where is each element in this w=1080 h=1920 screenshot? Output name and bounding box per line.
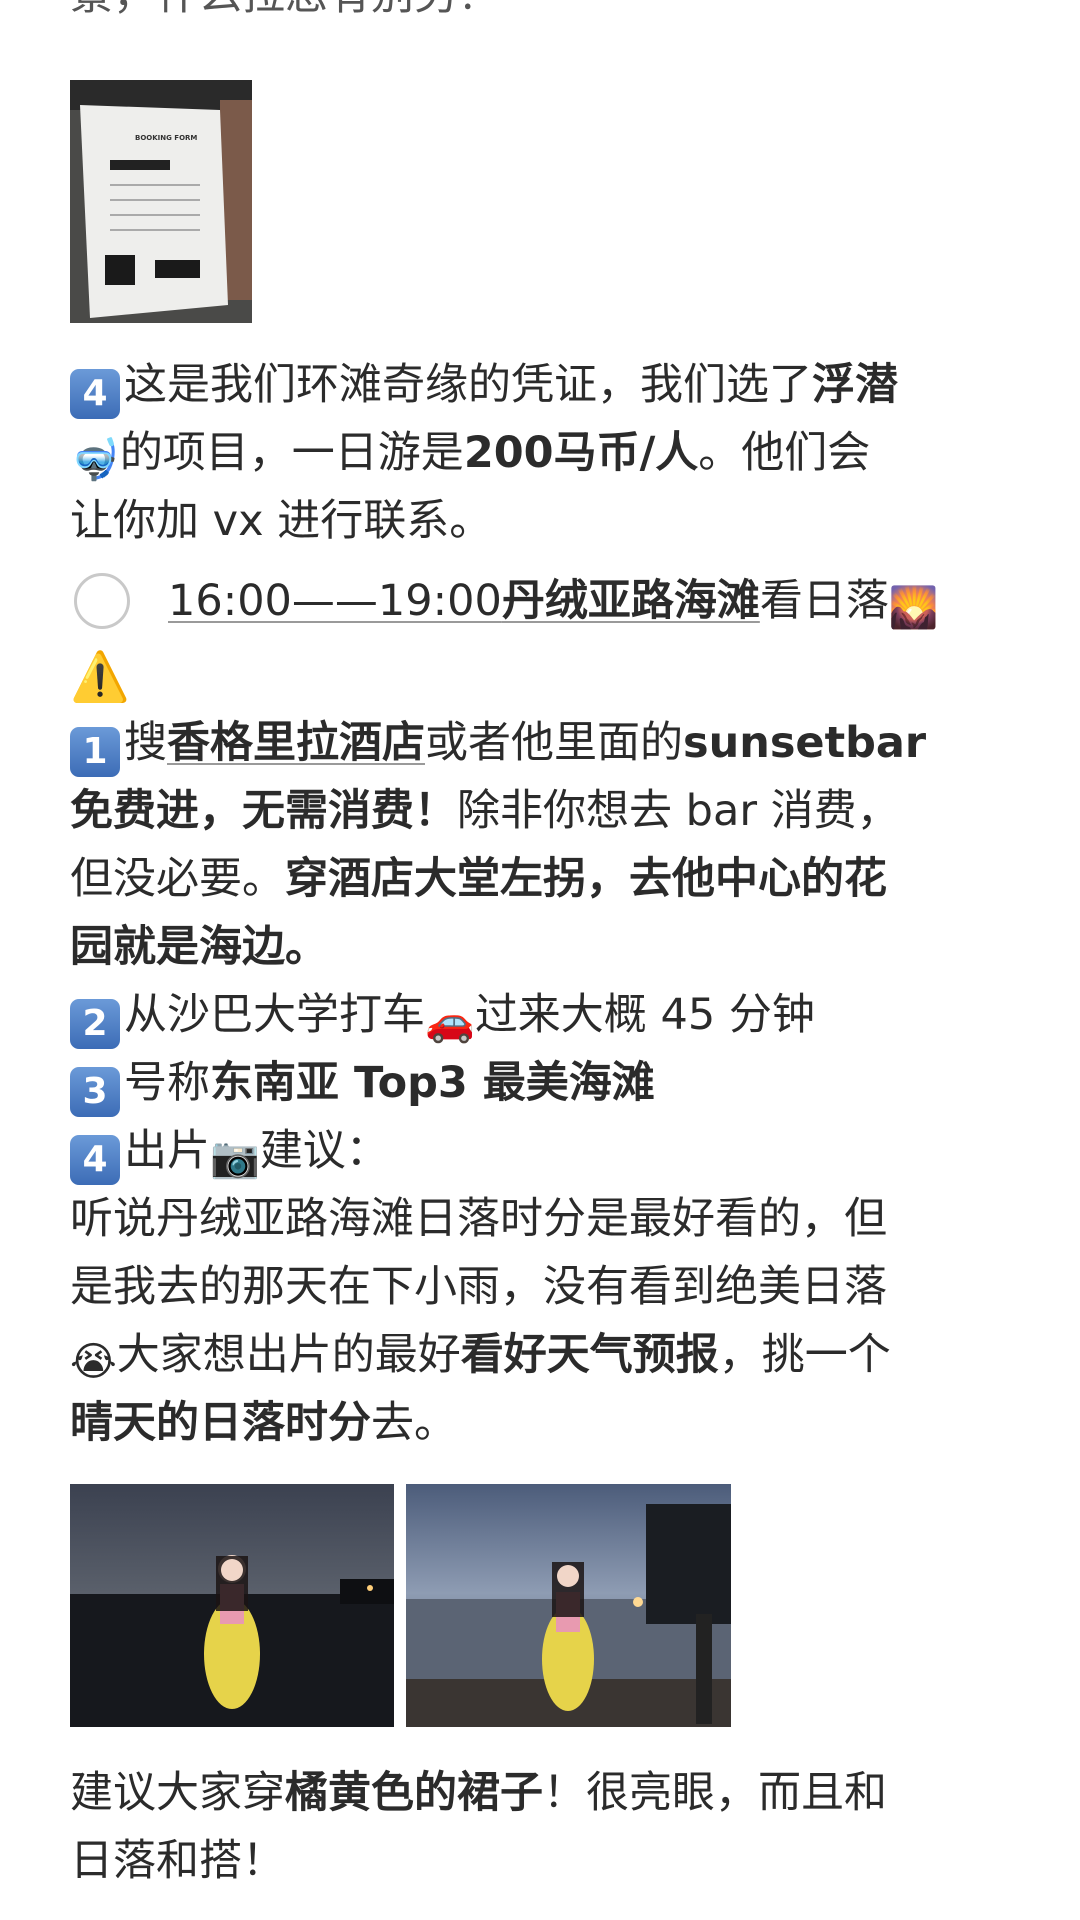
bottom-b: 橘黄色的裙子 bbox=[285, 1768, 543, 1818]
tip2-b: 过来大概 45 分钟 bbox=[474, 990, 815, 1040]
tip4-b: 建议： bbox=[259, 1126, 389, 1176]
paragraph-line3: 😭大家想出片的最好看好天气预报，挑一个 bbox=[70, 1322, 891, 1395]
crying-face-icon: 😭 bbox=[70, 1339, 117, 1385]
todo-place-link[interactable]: 丹绒亚路海滩 bbox=[502, 576, 760, 626]
bottom-c: ！很亮眼，而且和 bbox=[543, 1768, 887, 1818]
tip1-line4: 园就是海边。 bbox=[70, 922, 328, 972]
para4-a: 晴天的日落时分 bbox=[70, 1398, 371, 1448]
bottom-a: 建议大家穿 bbox=[70, 1768, 285, 1818]
para4-b: 去。 bbox=[371, 1398, 457, 1448]
tip1-f: 除非你想去 bar 消费， bbox=[457, 786, 900, 836]
tip4-line: 4 出片📷建议： bbox=[70, 1118, 389, 1191]
camera-icon: 📷 bbox=[210, 1135, 260, 1181]
car-icon: 🚗 bbox=[425, 999, 475, 1045]
tip1-line1: 1 搜香格里拉酒店或者他里面的sunsetbar bbox=[70, 710, 926, 777]
item4-line2: 🤿的项目，一日游是200马币/人。他们会 bbox=[70, 420, 870, 493]
keycap-4b-icon: 4 bbox=[70, 1135, 120, 1185]
sunrise-mountains-icon: 🌄 bbox=[888, 585, 939, 631]
tip2-line: 2 从沙巴大学打车🚗过来大概 45 分钟 bbox=[70, 982, 815, 1055]
todo-checkbox[interactable] bbox=[74, 573, 130, 629]
keycap-1-icon: 1 bbox=[70, 727, 120, 777]
tip1-line2: 免费进，无需消费！除非你想去 bar 消费， bbox=[70, 778, 900, 844]
keycap-2-icon: 2 bbox=[70, 999, 120, 1049]
tip4-a: 出片 bbox=[124, 1126, 210, 1176]
tip1-c: 或者他里面的 bbox=[425, 718, 683, 768]
paragraph-line4: 晴天的日落时分去。 bbox=[70, 1390, 457, 1456]
hotel-link[interactable]: 香格里拉酒店 bbox=[167, 718, 425, 768]
paragraph-line2: 是我去的那天在下小雨，没有看到绝美日落 bbox=[70, 1262, 887, 1312]
tip3-b: 东南亚 Top3 最美海滩 bbox=[210, 1058, 655, 1108]
tip1-g: 但没必要。 bbox=[70, 854, 285, 904]
item4-text-a: 这是我们环滩奇缘的凭证，我们选了 bbox=[124, 360, 812, 410]
sunset-photo-1[interactable] bbox=[70, 1484, 394, 1727]
diving-mask-icon: 🤿 bbox=[70, 437, 120, 483]
sunset-photo-2[interactable] bbox=[406, 1484, 731, 1727]
item4-text-c: 的项目，一日游是 bbox=[119, 428, 464, 478]
warning-icon: ⚠️ bbox=[70, 649, 130, 705]
cut-off-text: 景，什么拉您有别另！ bbox=[70, 0, 500, 28]
item4-text-b: 浮潜 bbox=[812, 360, 898, 410]
tip1-e: 免费进，无需消费！ bbox=[70, 786, 457, 836]
item4-line1: 4 这是我们环滩奇缘的凭证，我们选了浮潜 bbox=[70, 352, 898, 419]
booking-form-photo[interactable]: BOOKING FORM bbox=[70, 80, 252, 323]
item4-line3: 让你加 vx 进行联系。 bbox=[70, 496, 493, 546]
para3-a: 大家想出片的最好 bbox=[116, 1330, 461, 1380]
item4-text-e: 。他们会 bbox=[698, 428, 871, 478]
item4-text-d: 200马币/人 bbox=[463, 428, 699, 478]
todo-text: 16:00——19:00丹绒亚路海滩看日落🌄 bbox=[168, 568, 939, 641]
warning-line: ⚠️ bbox=[70, 640, 130, 710]
todo-rest: 看日落 bbox=[759, 576, 889, 626]
para3-c: ，挑一个 bbox=[718, 1330, 891, 1380]
tip1-line3: 但没必要。穿酒店大堂左拐，去他中心的花 bbox=[70, 846, 887, 912]
tip1-a: 搜 bbox=[124, 718, 167, 768]
tip3-line: 3 号称东南亚 Top3 最美海滩 bbox=[70, 1050, 655, 1117]
tip3-a: 号称 bbox=[124, 1058, 210, 1108]
keycap-4-icon: 4 bbox=[70, 369, 120, 419]
receipt-title: BOOKING FORM bbox=[135, 134, 198, 142]
bottom-line1: 建议大家穿橘黄色的裙子！很亮眼，而且和 bbox=[70, 1760, 887, 1826]
para3-b: 看好天气预报 bbox=[460, 1330, 719, 1380]
keycap-3-icon: 3 bbox=[70, 1067, 120, 1117]
bottom-line2: 日落和搭！ bbox=[70, 1836, 285, 1886]
todo-time: 16:00——19:00 bbox=[168, 576, 502, 626]
tip1-d: sunsetbar bbox=[683, 718, 927, 768]
paragraph-line1: 听说丹绒亚路海滩日落时分是最好看的，但 bbox=[70, 1194, 887, 1244]
tip2-a: 从沙巴大学打车 bbox=[124, 990, 425, 1040]
tip1-h: 穿酒店大堂左拐，去他中心的花 bbox=[285, 854, 887, 904]
